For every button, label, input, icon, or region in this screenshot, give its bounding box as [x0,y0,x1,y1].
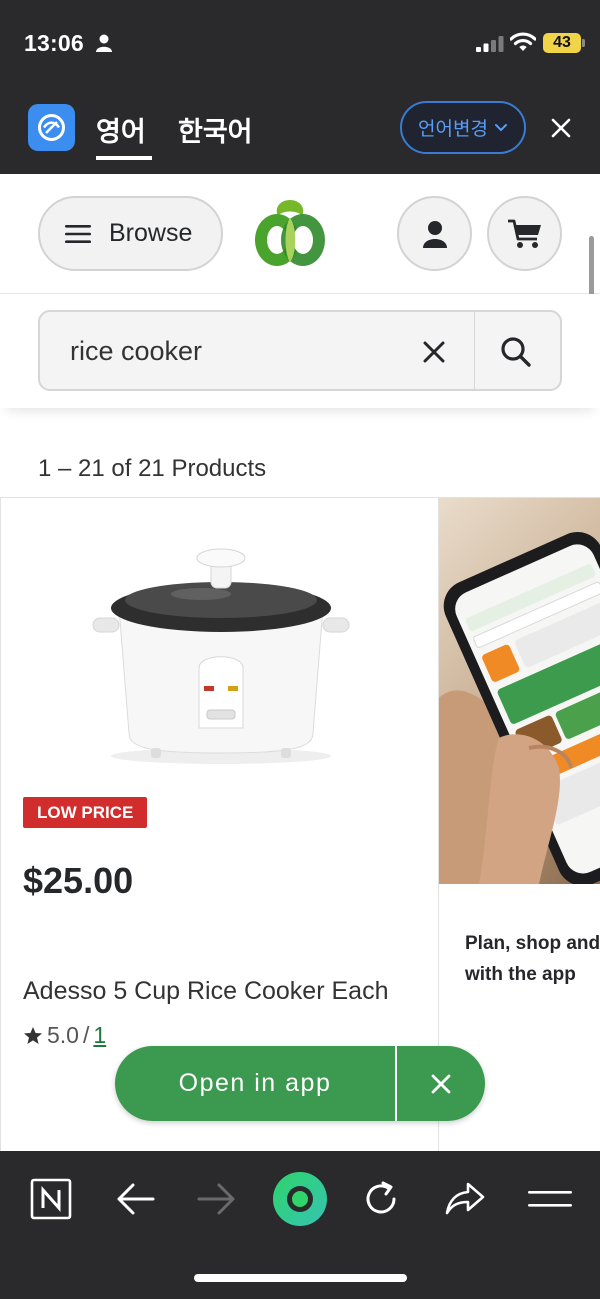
wifi-icon [510,32,536,51]
results-count: 1 – 21 of 21 Products [38,455,267,482]
product-name[interactable]: Adesso 5 Cup Rice Cooker Each [23,977,388,1006]
change-language-label: 언어변경 [418,119,488,140]
status-time: 13:06 [24,30,84,56]
battery-cap [582,39,585,47]
open-in-app-button[interactable]: Open in app [115,1046,395,1121]
tab-korean[interactable]: 한국어 [178,110,253,149]
browse-button[interactable]: Browse [38,196,223,271]
low-price-badge: LOW PRICE [23,797,148,828]
share-icon [445,1182,485,1215]
search-button[interactable] [496,332,536,372]
translate-bar: 영어 한국어 언어변경 [0,88,600,174]
rice-cooker-image[interactable] [91,538,351,768]
share-button[interactable] [441,1175,489,1223]
rating-count-link[interactable]: 1 [93,1022,106,1049]
arrow-right-icon [197,1183,235,1215]
search-query: rice cooker [70,336,203,366]
search-input[interactable]: rice cooker [38,310,562,391]
app-promo-text: Plan, shop and save with the app [465,933,600,985]
cart-button[interactable] [487,196,562,271]
site-header: Browse [0,174,600,294]
forward-button[interactable] [193,1175,241,1223]
person-icon [96,34,112,52]
hamburger-icon [528,1191,572,1207]
home-indicator [194,1274,407,1282]
signal-icon [476,36,504,52]
browse-label: Browse [109,219,193,247]
green-dot-button[interactable] [272,1171,328,1227]
product-rating: 5.0 / 1 [23,1022,106,1049]
dismiss-open-in-app-button[interactable] [397,1046,485,1121]
menu-icon [65,224,91,243]
app-promo-image [439,498,600,884]
translator-logo-icon[interactable] [28,104,75,151]
menu-button[interactable] [526,1175,574,1223]
close-icon [431,1074,451,1093]
arrow-left-icon [117,1183,155,1215]
back-button[interactable] [111,1175,159,1223]
search-bar: rice cooker [0,294,600,408]
close-icon [423,341,445,363]
green-dot-icon [273,1172,327,1226]
search-icon [501,337,531,367]
reload-button[interactable] [357,1175,405,1223]
open-in-app-banner: Open in app [115,1046,485,1121]
naver-home-button[interactable] [27,1175,75,1223]
phone-in-hand-image [439,531,600,884]
woolworths-logo-icon[interactable] [250,196,330,272]
account-button[interactable] [397,196,472,271]
star-icon [24,1026,42,1044]
browser-toolbar [0,1151,600,1299]
close-icon[interactable] [549,116,573,140]
change-language-button[interactable]: 언어변경 [400,101,526,154]
user-icon [422,220,447,248]
clear-search-button[interactable] [416,334,452,370]
chevron-down-icon [494,123,507,131]
search-divider [474,312,475,389]
product-price: $25.00 [23,860,134,901]
rating-value: 5.0 [47,1022,79,1048]
cart-icon [507,219,541,248]
reload-icon [366,1181,396,1214]
status-bar: 13:06 43 [0,0,600,88]
naver-icon [30,1178,72,1220]
active-tab-indicator [96,156,152,160]
tab-english[interactable]: 영어 [96,110,146,149]
rating-separator: / [82,1022,90,1048]
battery-indicator: 43 [543,33,581,53]
